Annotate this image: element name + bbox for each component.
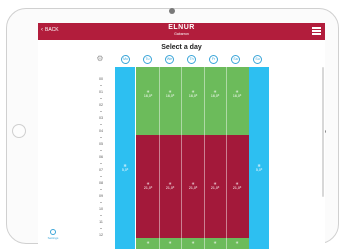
eco-marker: ☀ — [226, 240, 248, 245]
antifrost-temp-cell: ❄ 5,0º — [114, 163, 136, 172]
temp-label: 16,0º — [188, 94, 198, 98]
day-button-we[interactable]: We — [165, 55, 174, 64]
settings-label: Settings — [47, 236, 59, 240]
hour-tick — [100, 189, 102, 190]
temp-label: 5,0º — [255, 168, 263, 172]
day-button-su[interactable]: Su — [253, 55, 262, 64]
comfort-temp-cell: ☀ 21,0º — [204, 181, 226, 190]
sun-icon: ☀ — [191, 240, 195, 245]
home-button[interactable] — [12, 124, 26, 138]
temp-label: 5,0º — [121, 168, 129, 172]
hour-label: 06 — [99, 155, 103, 159]
hour-tick — [100, 215, 102, 216]
day-button-mo[interactable]: Mo — [121, 55, 130, 64]
eco-marker: ☀ — [182, 240, 204, 245]
hour-tick — [100, 98, 102, 99]
comfort-temp-cell: ☀ 21,0º — [226, 181, 248, 190]
hour-tick — [100, 228, 102, 229]
hour-tick — [100, 150, 102, 151]
app-screen: ‹ BACK ELNUR Gabarron Select a day ⚙ Mo T… — [38, 23, 325, 249]
gear-icon[interactable]: ⚙ — [95, 54, 105, 64]
temp-label: 16,0º — [232, 94, 242, 98]
comfort-temp-cell: ☀ 21,0º — [159, 181, 181, 190]
temp-label: 16,0º — [143, 94, 153, 98]
temp-label: 21,0º — [165, 186, 175, 190]
top-bar: ‹ BACK ELNUR Gabarron — [38, 23, 325, 40]
comfort-temp-cell: ☀ 21,0º — [182, 181, 204, 190]
hour-label: 03 — [99, 116, 103, 120]
hour-tick — [100, 111, 102, 112]
antifrost-column-su[interactable] — [249, 67, 269, 249]
hour-label: 10 — [99, 207, 103, 211]
temp-label: 21,0º — [210, 186, 220, 190]
menu-icon[interactable] — [312, 27, 321, 35]
camera-icon — [169, 8, 175, 14]
temp-label: 21,0º — [143, 186, 153, 190]
eco-marker: ☀ — [204, 240, 226, 245]
eco-temp-cell: ☀ 16,0º — [137, 89, 159, 98]
hour-label: 12 — [99, 233, 103, 237]
antifrost-temp-cell: ❄ 5,0º — [248, 163, 270, 172]
tablet-frame: ‹ BACK ELNUR Gabarron Select a day ⚙ Mo T… — [6, 8, 339, 249]
eco-marker: ☀ — [159, 240, 181, 245]
brand-subtitle: Gabarron — [174, 32, 189, 36]
eco-marker: ☀ — [137, 240, 159, 245]
eco-block[interactable] — [136, 67, 249, 135]
antifrost-column-mo[interactable] — [115, 67, 135, 249]
temp-label: 21,0º — [232, 186, 242, 190]
comfort-temp-cell: ☀ 21,0º — [137, 181, 159, 190]
temp-label: 16,0º — [165, 94, 175, 98]
hour-label: 04 — [99, 129, 103, 133]
hour-label: 02 — [99, 103, 103, 107]
hour-label: 01 — [99, 90, 103, 94]
settings-button[interactable]: Settings — [46, 229, 60, 241]
eco-temp-cell: ☀ 16,0º — [182, 89, 204, 98]
day-selector: ⚙ Mo Tu We Th Fr Sa Su — [38, 53, 325, 67]
settings-icon — [50, 229, 56, 235]
eco-temp-cell: ☀ 16,0º — [204, 89, 226, 98]
hour-tick — [100, 137, 102, 138]
hour-label: 00 — [99, 77, 103, 81]
eco-temp-cell: ☀ 16,0º — [159, 89, 181, 98]
temp-label: 21,0º — [188, 186, 198, 190]
hour-label: 07 — [99, 168, 103, 172]
page-title: Select a day — [161, 44, 202, 51]
sun-icon: ☀ — [213, 240, 217, 245]
hour-label: 11 — [99, 220, 103, 224]
hour-label: 08 — [99, 181, 103, 185]
sun-icon: ☀ — [146, 240, 150, 245]
day-button-fr[interactable]: Fr — [209, 55, 218, 64]
scrollbar[interactable] — [322, 67, 324, 197]
day-button-sa[interactable]: Sa — [231, 55, 240, 64]
sun-icon: ☀ — [168, 240, 172, 245]
schedule-grid: 00 01 02 03 04 05 06 07 08 09 10 11 12 ☀… — [38, 67, 325, 249]
hour-label: 05 — [99, 142, 103, 146]
hour-tick — [100, 85, 102, 86]
brand-logo: ELNUR — [168, 24, 195, 31]
temp-label: 16,0º — [210, 94, 220, 98]
hour-tick — [100, 163, 102, 164]
day-button-tu[interactable]: Tu — [143, 55, 152, 64]
hour-tick — [100, 124, 102, 125]
sun-icon: ☀ — [235, 240, 239, 245]
hour-label: 09 — [99, 194, 103, 198]
hour-tick — [100, 176, 102, 177]
eco-temp-cell: ☀ 16,0º — [226, 89, 248, 98]
hour-tick — [100, 202, 102, 203]
day-button-th[interactable]: Th — [187, 55, 196, 64]
